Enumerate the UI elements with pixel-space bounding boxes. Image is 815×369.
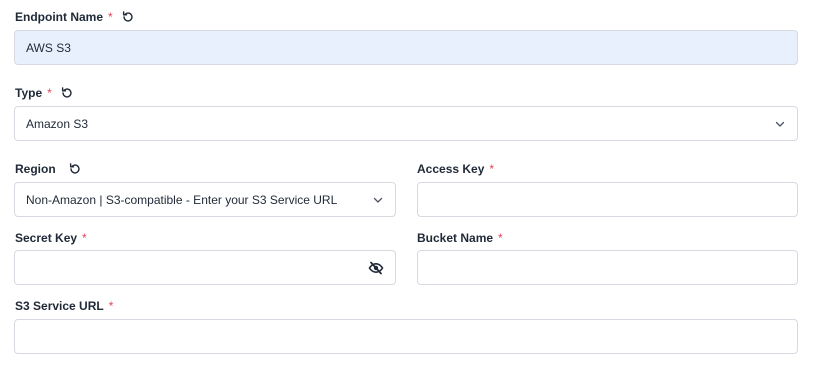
region-label-text: Region bbox=[15, 162, 56, 176]
eye-slash-icon[interactable] bbox=[368, 260, 384, 276]
secret-key-input[interactable] bbox=[14, 250, 396, 285]
access-key-label-text: Access Key bbox=[417, 162, 485, 176]
bucket-name-label: Bucket Name * bbox=[417, 231, 503, 245]
endpoint-name-input[interactable]: AWS S3 bbox=[14, 30, 798, 65]
region-selected-value: Non-Amazon | S3-compatible - Enter your … bbox=[26, 192, 338, 207]
s3-service-url-input[interactable] bbox=[14, 319, 798, 354]
reset-icon[interactable] bbox=[121, 10, 135, 24]
chevron-down-icon bbox=[372, 194, 384, 206]
bucket-name-label-text: Bucket Name bbox=[417, 231, 494, 245]
type-selected-value: Amazon S3 bbox=[26, 116, 89, 131]
secret-key-label-text: Secret Key bbox=[15, 231, 78, 245]
endpoint-name-label: Endpoint Name * bbox=[15, 10, 135, 24]
region-select[interactable]: Non-Amazon | S3-compatible - Enter your … bbox=[14, 182, 396, 217]
access-key-input[interactable] bbox=[417, 182, 798, 217]
s3-service-url-label-text: S3 Service URL bbox=[15, 299, 104, 313]
bucket-name-input[interactable] bbox=[417, 250, 798, 285]
endpoint-name-value: AWS S3 bbox=[26, 40, 71, 55]
required-asterisk: * bbox=[82, 231, 87, 245]
required-asterisk: * bbox=[498, 231, 503, 245]
required-asterisk: * bbox=[47, 86, 52, 100]
s3-service-url-label: S3 Service URL * bbox=[15, 299, 113, 313]
access-key-label: Access Key * bbox=[417, 162, 494, 176]
region-label: Region bbox=[15, 162, 82, 176]
chevron-down-icon bbox=[774, 118, 786, 130]
required-asterisk: * bbox=[108, 299, 114, 313]
endpoint-name-label-text: Endpoint Name bbox=[15, 10, 104, 24]
type-select[interactable]: Amazon S3 bbox=[14, 106, 798, 141]
reset-icon[interactable] bbox=[60, 86, 74, 100]
required-asterisk: * bbox=[108, 10, 113, 24]
type-label: Type * bbox=[15, 86, 74, 100]
type-label-text: Type bbox=[15, 86, 43, 100]
secret-key-label: Secret Key * bbox=[15, 231, 87, 245]
required-asterisk: * bbox=[489, 162, 495, 176]
reset-icon[interactable] bbox=[68, 162, 82, 176]
